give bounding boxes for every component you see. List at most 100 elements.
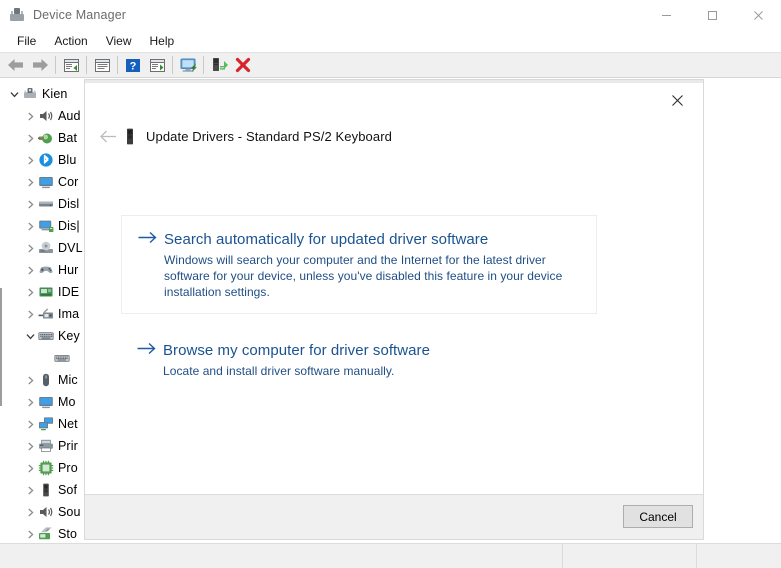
computer-monitor-icon [38,174,54,190]
tree-item-software-devices[interactable]: Sof [22,479,77,501]
forward-arrow-icon[interactable] [28,54,52,76]
chevron-right-icon[interactable] [22,215,38,237]
menu-bar: File Action View Help [0,30,781,52]
chevron-right-icon[interactable] [22,259,38,281]
chevron-right-icon[interactable] [22,413,38,435]
processor-icon [38,460,54,476]
tree-item-root-label: Kien [42,87,68,101]
dvd-drive-icon [38,240,54,256]
red-x-icon[interactable] [231,54,255,76]
chevron-right-icon[interactable] [22,171,38,193]
menu-file[interactable]: File [8,31,45,51]
chevron-right-icon[interactable] [22,105,38,127]
tree-item-root[interactable]: Kien [6,83,67,105]
tree-item-ide-controllers-label: IDE [58,285,80,299]
browse-computer-option[interactable]: Browse my computer for driver software L… [121,327,597,392]
svg-text:?: ? [130,60,137,72]
bluetooth-icon [38,152,54,168]
scan-monitor-icon[interactable] [176,54,200,76]
chevron-right-icon[interactable] [22,369,38,391]
tree-item-sound-controllers[interactable]: Sou [22,501,81,523]
tree-left-edge [0,78,3,540]
search-automatically-option[interactable]: Search automatically for updated driver … [121,215,597,314]
help-question-icon[interactable]: ? [121,54,145,76]
chevron-right-icon[interactable] [22,237,38,259]
chevron-down-icon[interactable] [6,83,22,105]
tree-item-processors[interactable]: Pro [22,457,78,479]
tree-item-print-queues[interactable]: Prir [22,435,78,457]
up-level-icon[interactable] [59,54,83,76]
chevron-right-icon[interactable] [22,457,38,479]
minimize-button[interactable] [643,0,689,30]
arrow-right-icon [137,341,163,379]
tree-item-software-devices-label: Sof [58,483,78,497]
chevron-down-icon[interactable] [22,325,38,347]
back-arrow-icon[interactable] [4,54,28,76]
keyboard-icon [38,328,54,344]
menu-help[interactable]: Help [141,31,184,51]
chevron-right-icon[interactable] [22,193,38,215]
tree-item-batteries-label: Bat [58,131,78,145]
tree-item-ide-controllers[interactable]: IDE [22,281,79,303]
network-adapter-icon [38,416,54,432]
window-controls [643,0,781,30]
tree-scrollbar-thumb[interactable] [0,288,2,406]
title-bar: Device Manager [0,0,781,30]
human-interface-icon [38,262,54,278]
tree-item-standard-keyboard[interactable] [54,347,74,369]
close-button[interactable] [735,0,781,30]
tree-item-batteries[interactable]: Bat [22,127,77,149]
tree-item-display-adapters-label: Dis| [58,219,80,233]
dialog-close-icon[interactable] [657,86,697,114]
disk-drive-icon [38,196,54,212]
update-driver-icon[interactable] [207,54,231,76]
display-adapter-icon [38,218,54,234]
cancel-button[interactable]: Cancel [623,505,693,528]
arrow-right-icon [138,230,164,300]
chevron-right-icon[interactable] [22,501,38,523]
tree-item-dvd-drives[interactable]: DVL [22,237,83,259]
show-devices-icon[interactable] [145,54,169,76]
status-bar [0,543,781,568]
audio-speaker-icon [38,108,54,124]
properties-icon[interactable] [90,54,114,76]
device-small-icon [123,128,137,145]
tree-item-network-adapters[interactable]: Net [22,413,78,435]
tree-item-computer[interactable]: Cor [22,171,78,193]
tree-item-human-interface-devices[interactable]: Hur [22,259,78,281]
sound-controller-icon [38,504,54,520]
tree-item-storage-controllers[interactable]: Sto [22,523,77,540]
tree-item-monitors-label: Mo [58,395,76,409]
option-title[interactable]: Browse my computer for driver software [163,341,581,360]
menu-view[interactable]: View [97,31,141,51]
chevron-right-icon[interactable] [22,435,38,457]
maximize-button[interactable] [689,0,735,30]
menu-action[interactable]: Action [45,31,96,51]
tree-item-computer-label: Cor [58,175,79,189]
dialog-title-row: Update Drivers - Standard PS/2 Keyboard [123,122,392,150]
chevron-right-icon[interactable] [22,479,38,501]
chevron-right-icon[interactable] [22,303,38,325]
tree-item-bluetooth[interactable]: Blu [22,149,76,171]
tree-item-keyboards[interactable]: Key [22,325,80,347]
monitor-icon [38,394,54,410]
tree-item-disk-drives[interactable]: Disl [22,193,79,215]
tree-item-sound-controllers-label: Sou [58,505,81,519]
tree-item-disk-drives-label: Disl [58,197,80,211]
tree-item-imaging-devices[interactable]: Ima [22,303,79,325]
chevron-right-icon[interactable] [22,281,38,303]
chevron-right-icon[interactable] [22,127,38,149]
chevron-right-icon[interactable] [22,523,38,540]
dialog-title: Update Drivers - Standard PS/2 Keyboard [146,128,392,144]
device-tree[interactable]: Kien Aud Bat Blu Cor Disl Dis| DVL Hur I… [0,78,86,540]
option-title[interactable]: Search automatically for updated driver … [164,230,580,249]
tree-item-mice[interactable]: Mic [22,369,78,391]
chevron-right-icon[interactable] [22,149,38,171]
chevron-right-icon[interactable] [22,391,38,413]
dialog-back-icon[interactable] [95,122,123,150]
tree-item-display-adapters[interactable]: Dis| [22,215,80,237]
printer-icon [38,438,54,454]
imaging-device-icon [38,306,54,322]
tree-item-monitors[interactable]: Mo [22,391,76,413]
tree-item-audio[interactable]: Aud [22,105,81,127]
